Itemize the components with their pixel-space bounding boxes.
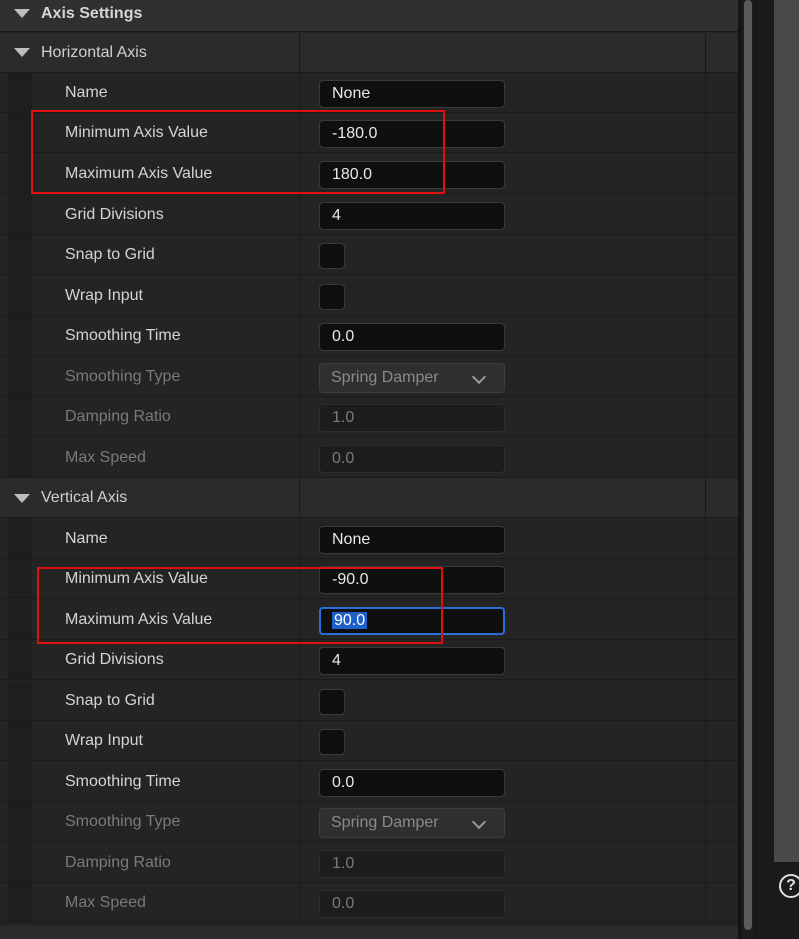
- property-label: Smoothing Type: [65, 813, 181, 830]
- property-label: Grid Divisions: [65, 206, 164, 223]
- property-label: Wrap Input: [65, 287, 143, 304]
- vertical-smooth-time-row: Smoothing Time 0.0: [0, 762, 738, 802]
- vertical-grid-divisions-field[interactable]: 4: [319, 647, 505, 675]
- property-label: Grid Divisions: [65, 651, 164, 668]
- scrollbar-thumb[interactable]: [744, 0, 752, 930]
- highlight-box: [37, 567, 443, 644]
- property-label: Wrap Input: [65, 732, 143, 749]
- details-panel: Axis Settings Horizontal Axis Name None …: [0, 0, 738, 939]
- horizontal-smoothing-type-dropdown[interactable]: Spring Damper: [319, 363, 505, 393]
- vertical-axis-label: Vertical Axis: [41, 489, 128, 506]
- property-label: Name: [65, 530, 108, 547]
- horizontal-axis-header[interactable]: Horizontal Axis: [0, 33, 738, 73]
- property-label: Damping Ratio: [65, 408, 171, 425]
- horizontal-snap-checkbox[interactable]: [319, 243, 345, 269]
- horizontal-snap-row: Snap to Grid: [0, 235, 738, 275]
- horizontal-grid-divisions-field[interactable]: 4: [319, 202, 505, 230]
- horizontal-grid-row: Grid Divisions 4: [0, 195, 738, 235]
- horizontal-max-speed-field[interactable]: 0.0: [319, 445, 505, 473]
- collapse-caret-icon[interactable]: [14, 48, 30, 57]
- scrollbar[interactable]: [740, 0, 755, 939]
- chevron-down-icon: [471, 814, 487, 830]
- property-label: Smoothing Time: [65, 327, 181, 344]
- horizontal-axis-label: Horizontal Axis: [41, 44, 147, 61]
- highlight-box: [31, 110, 445, 194]
- axis-settings-header[interactable]: Axis Settings: [0, 0, 738, 32]
- vertical-wrap-checkbox[interactable]: [319, 729, 345, 755]
- vertical-axis-header[interactable]: Vertical Axis: [0, 478, 738, 518]
- horizontal-name-row: Name None: [0, 73, 738, 113]
- vertical-wrap-row: Wrap Input: [0, 721, 738, 761]
- property-label: Max Speed: [65, 449, 146, 466]
- chevron-down-icon: [471, 369, 487, 385]
- help-icon[interactable]: ?: [779, 874, 799, 898]
- axis-settings-title: Axis Settings: [41, 5, 143, 22]
- vertical-max-speed-row: Max Speed 0.0: [0, 883, 738, 923]
- horizontal-wrap-checkbox[interactable]: [319, 284, 345, 310]
- property-label: Snap to Grid: [65, 692, 155, 709]
- vertical-smooth-type-row: Smoothing Type Spring Damper: [0, 802, 738, 842]
- horizontal-damping-row: Damping Ratio 1.0: [0, 397, 738, 437]
- horizontal-wrap-row: Wrap Input: [0, 276, 738, 316]
- vertical-smoothing-type-dropdown[interactable]: Spring Damper: [319, 808, 505, 838]
- vertical-smoothing-time-field[interactable]: 0.0: [319, 769, 505, 797]
- vertical-damping-ratio-field[interactable]: 1.0: [319, 850, 505, 878]
- dropdown-value: Spring Damper: [331, 369, 439, 386]
- horizontal-damping-ratio-field[interactable]: 1.0: [319, 404, 505, 432]
- side-panel-content: [774, 0, 799, 862]
- horizontal-max-speed-row: Max Speed 0.0: [0, 438, 738, 478]
- horizontal-name-field[interactable]: None: [319, 80, 505, 108]
- dropdown-value: Spring Damper: [331, 814, 439, 831]
- vertical-damping-row: Damping Ratio 1.0: [0, 843, 738, 883]
- property-label: Snap to Grid: [65, 246, 155, 263]
- property-label: Smoothing Type: [65, 368, 181, 385]
- horizontal-smooth-time-row: Smoothing Time 0.0: [0, 316, 738, 356]
- vertical-name-field[interactable]: None: [319, 526, 505, 554]
- property-label: Max Speed: [65, 894, 146, 911]
- vertical-snap-checkbox[interactable]: [319, 689, 345, 715]
- collapse-caret-icon[interactable]: [14, 494, 30, 503]
- vertical-grid-row: Grid Divisions 4: [0, 640, 738, 680]
- vertical-snap-row: Snap to Grid: [0, 681, 738, 721]
- vertical-name-row: Name None: [0, 519, 738, 559]
- horizontal-smooth-type-row: Smoothing Type Spring Damper: [0, 357, 738, 397]
- side-panel: [756, 0, 799, 939]
- horizontal-smoothing-time-field[interactable]: 0.0: [319, 323, 505, 351]
- property-label: Damping Ratio: [65, 854, 171, 871]
- collapse-caret-icon[interactable]: [14, 9, 30, 18]
- vertical-max-speed-field[interactable]: 0.0: [319, 890, 505, 918]
- property-label: Name: [65, 84, 108, 101]
- property-label: Smoothing Time: [65, 773, 181, 790]
- next-section-header[interactable]: [0, 926, 738, 939]
